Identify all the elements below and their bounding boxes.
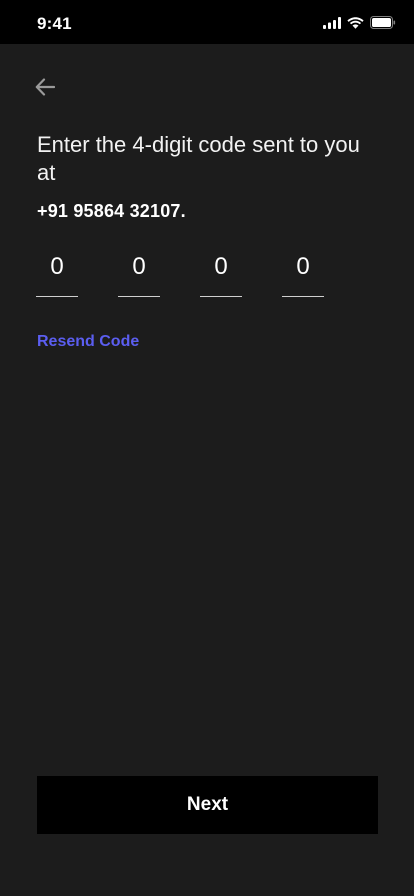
code-digit-1[interactable] xyxy=(36,252,78,297)
arrow-left-icon xyxy=(35,77,56,101)
page-heading: Enter the 4-digit code sent to you at xyxy=(37,132,360,185)
signal-icon xyxy=(323,16,341,29)
resend-code-link[interactable]: Resend Code xyxy=(37,333,139,351)
status-time: 9:41 xyxy=(37,14,72,33)
phone-number: +91 95864 32107. xyxy=(37,201,186,221)
wifi-icon xyxy=(347,16,364,29)
back-button[interactable] xyxy=(30,74,60,104)
status-icons xyxy=(323,16,396,29)
code-digit-3[interactable] xyxy=(200,252,242,297)
code-input-group xyxy=(36,252,324,297)
next-button[interactable]: Next xyxy=(37,776,378,834)
code-digit-4[interactable] xyxy=(282,252,324,297)
verification-screen: 9:41 Enter the 4-digit code sent to you … xyxy=(0,0,414,896)
battery-icon xyxy=(370,16,396,29)
code-digit-2[interactable] xyxy=(118,252,160,297)
status-bar: 9:41 xyxy=(0,0,414,44)
